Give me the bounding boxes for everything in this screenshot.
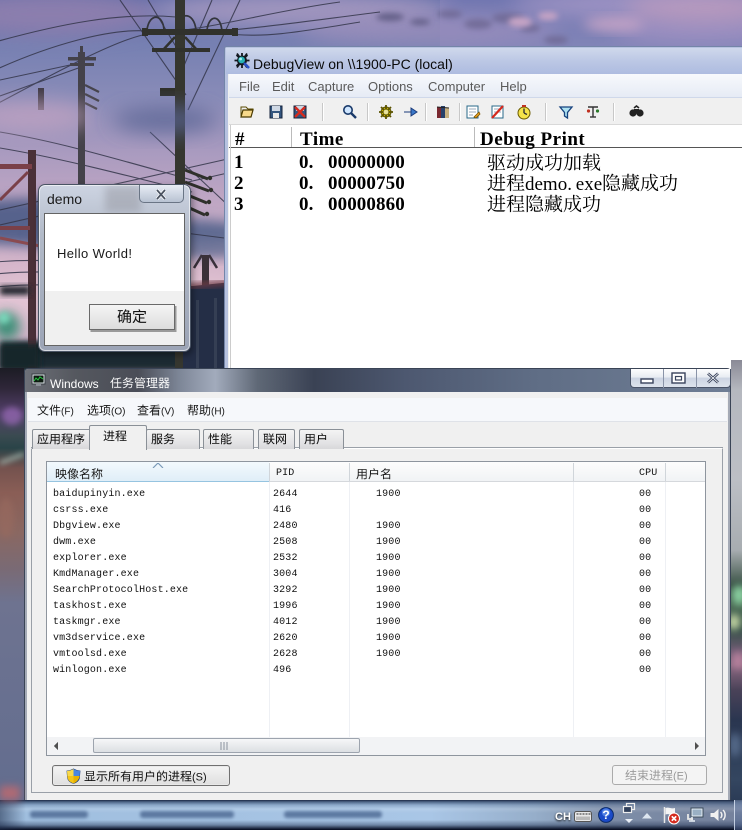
svg-text:?: ?	[602, 808, 609, 822]
